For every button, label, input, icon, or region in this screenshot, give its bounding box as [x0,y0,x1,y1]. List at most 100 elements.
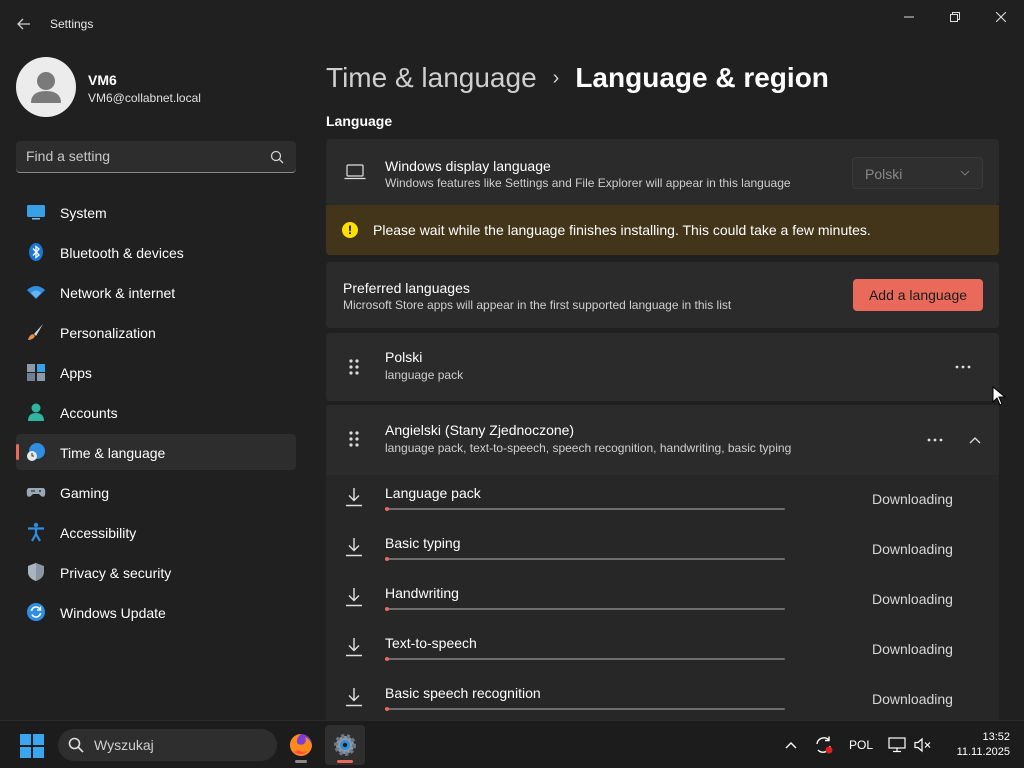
taskbar-search[interactable]: Wyszukaj [58,729,277,761]
minimize-icon [904,16,914,18]
feature-status: Downloading [872,491,953,507]
more-options-button[interactable] [951,355,975,379]
taskbar-app-firefox[interactable] [281,725,321,765]
bluetooth-icon [29,243,43,261]
search-icon [270,150,284,164]
network-status-button[interactable] [886,721,908,768]
feature-name: Text-to-speech [385,635,477,651]
show-hidden-icons-button[interactable] [780,721,802,768]
chevron-up-icon [785,742,797,749]
sync-error-icon [816,736,833,754]
sidebar-item-accessibility[interactable]: Accessibility [16,514,296,550]
search-input[interactable] [26,148,256,164]
language-features-list: Language pack Downloading Basic typing D… [326,475,999,720]
clock-date: 11.11.2025 [956,746,1010,758]
download-progress-bar [385,657,785,661]
taskbar-app-settings[interactable] [325,725,365,765]
more-icon [955,365,971,369]
sidebar-item-label: Windows Update [60,605,166,621]
sidebar-item-label: Accessibility [60,525,137,541]
language-details: language pack [385,368,464,382]
download-progress-fill [385,607,389,611]
display-language-dropdown[interactable]: Polski [852,157,983,189]
sidebar-nav: System Bluetooth & devices Network & int… [16,194,296,634]
page-title: Language & region [575,62,829,93]
back-button[interactable] [12,12,36,36]
sidebar-item-windows-update[interactable]: Windows Update [16,594,296,630]
taskbar-clock[interactable]: 13:52 11.11.2025 [938,730,1010,760]
feature-status: Downloading [872,541,953,557]
sidebar-item-label: Gaming [60,485,110,501]
sidebar-item-label: System [60,205,107,221]
brush-icon [28,324,43,340]
globe-clock-icon [27,443,45,461]
sidebar-item-apps[interactable]: Apps [16,354,296,390]
profile-email: VM6@collabnet.local [88,91,201,105]
wifi-icon [27,286,45,299]
restore-button[interactable] [932,6,978,28]
chevron-up-icon [969,437,981,444]
sidebar-item-label: Apps [60,365,92,381]
sidebar-item-label: Personalization [60,325,156,341]
input-language-indicator[interactable]: POL [846,721,876,768]
windows-start-icon[interactable] [20,734,44,758]
language-item-polski[interactable]: Polski language pack [326,333,999,401]
feature-row: Handwriting Downloading [326,575,999,625]
download-icon [346,538,362,557]
breadcrumb-separator: › [552,66,560,89]
sidebar-item-network[interactable]: Network & internet [16,274,296,310]
breadcrumb: Time & language › Language & region [326,58,829,98]
sidebar-item-privacy[interactable]: Privacy & security [16,554,296,590]
language-details: language pack, text-to-speech, speech re… [385,441,792,455]
firefox-icon [290,734,312,756]
display-language-card: Windows display language Windows feature… [326,139,999,205]
drag-handle-icon[interactable] [348,358,360,376]
search-icon [68,737,84,753]
add-language-button[interactable]: Add a language [853,279,983,311]
chevron-down-icon [960,170,970,176]
accessibility-icon [28,522,44,542]
sync-status-button[interactable] [812,721,836,768]
title-bar: Settings [0,0,1024,48]
install-warning-bar: ! Please wait while the language finishe… [326,205,999,255]
feature-name: Basic speech recognition [385,685,541,701]
feature-status: Downloading [872,641,953,657]
more-options-button[interactable] [923,428,947,452]
sidebar-item-personalization[interactable]: Personalization [16,314,296,350]
feature-row: Text-to-speech Downloading [326,625,999,675]
preferred-languages-subtitle: Microsoft Store apps will appear in the … [343,298,732,312]
language-item-angielski[interactable]: Angielski (Stany Zjednoczone) language p… [326,405,999,720]
restore-icon [950,12,960,22]
collapse-button[interactable] [963,428,987,452]
close-button[interactable] [978,6,1024,28]
download-icon [346,488,362,507]
download-progress-bar [385,507,785,511]
sidebar-item-bluetooth[interactable]: Bluetooth & devices [16,234,296,270]
download-progress-fill [385,557,389,561]
sidebar-item-label: Privacy & security [60,565,172,581]
breadcrumb-parent[interactable]: Time & language [326,62,537,94]
feature-row: Basic typing Downloading [326,525,999,575]
shield-icon [28,563,44,581]
sidebar-item-gaming[interactable]: Gaming [16,474,296,510]
accounts-icon [28,403,44,421]
gear-icon [334,734,356,756]
sidebar-item-accounts[interactable]: Accounts [16,394,296,430]
download-progress-bar [385,707,785,711]
settings-search[interactable] [16,141,296,173]
download-icon [346,638,362,657]
volume-button[interactable] [912,721,934,768]
more-icon [927,438,943,442]
warning-icon: ! [342,222,358,238]
minimize-button[interactable] [886,6,932,28]
sidebar-item-time-language[interactable]: Time & language [16,434,296,470]
avatar[interactable] [16,57,76,117]
display-language-subtitle: Windows features like Settings and File … [385,176,791,190]
system-icon [27,205,45,220]
clock-time: 13:52 [982,731,1010,743]
app-active-indicator [337,760,353,763]
language-name: Angielski (Stany Zjednoczone) [385,422,575,438]
sidebar-item-system[interactable]: System [16,194,296,230]
drag-handle-icon[interactable] [348,430,360,448]
feature-name: Handwriting [385,585,459,601]
